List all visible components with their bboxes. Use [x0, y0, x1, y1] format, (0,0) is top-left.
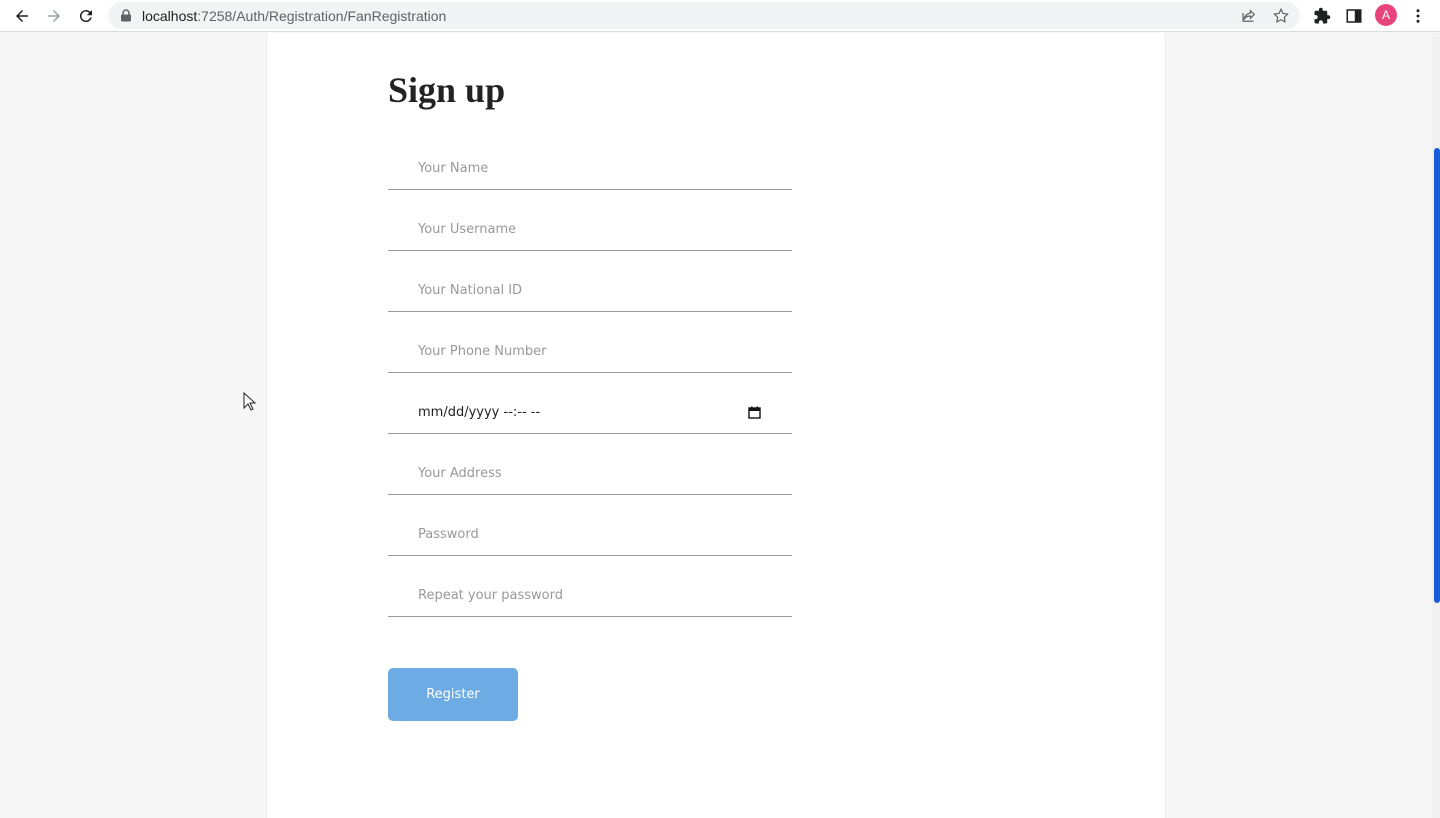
back-icon[interactable]	[10, 4, 34, 28]
browser-toolbar: localhost:7258/Auth/Registration/FanRegi…	[0, 0, 1440, 32]
scrollbar-thumb[interactable]	[1434, 148, 1440, 603]
avatar[interactable]: A	[1375, 4, 1397, 26]
phone-input[interactable]	[388, 331, 792, 372]
address-bar[interactable]: localhost:7258/Auth/Registration/FanRegi…	[108, 2, 1300, 29]
sidepanel-icon[interactable]	[1344, 6, 1364, 26]
lock-icon[interactable]	[120, 9, 132, 22]
password-input[interactable]	[388, 514, 792, 555]
signup-card: Sign up mm/dd/yyyy --:-- --	[266, 33, 1166, 818]
datetime-input[interactable]: mm/dd/yyyy --:-- --	[418, 405, 540, 420]
national-id-field	[388, 270, 792, 312]
page-title: Sign up	[388, 70, 506, 110]
forward-icon[interactable]	[42, 4, 66, 28]
repeat-password-field	[388, 575, 792, 617]
url-text: localhost:7258/Auth/Registration/FanRegi…	[142, 8, 446, 24]
name-field	[388, 148, 792, 190]
mouse-cursor-icon	[243, 392, 257, 411]
star-icon[interactable]	[1272, 7, 1290, 25]
page-viewport: Sign up mm/dd/yyyy --:-- --	[0, 33, 1440, 818]
register-button[interactable]: Register	[388, 668, 518, 721]
phone-field	[388, 331, 792, 373]
url-path: :7258/Auth/Registration/FanRegistration	[197, 8, 447, 24]
extensions-icon[interactable]	[1312, 6, 1332, 26]
datetime-field[interactable]: mm/dd/yyyy --:-- --	[388, 392, 792, 434]
url-host: localhost	[142, 8, 198, 24]
address-input[interactable]	[388, 453, 792, 494]
menu-icon[interactable]	[1408, 6, 1428, 26]
scrollbar[interactable]	[1432, 33, 1440, 818]
national-id-input[interactable]	[388, 270, 792, 311]
username-field	[388, 209, 792, 251]
password-field	[388, 514, 792, 556]
share-icon[interactable]	[1240, 7, 1258, 25]
repeat-password-input[interactable]	[388, 575, 792, 616]
calendar-icon[interactable]	[748, 406, 761, 419]
name-input[interactable]	[388, 148, 792, 189]
username-input[interactable]	[388, 209, 792, 250]
address-field	[388, 453, 792, 495]
reload-icon[interactable]	[74, 4, 98, 28]
